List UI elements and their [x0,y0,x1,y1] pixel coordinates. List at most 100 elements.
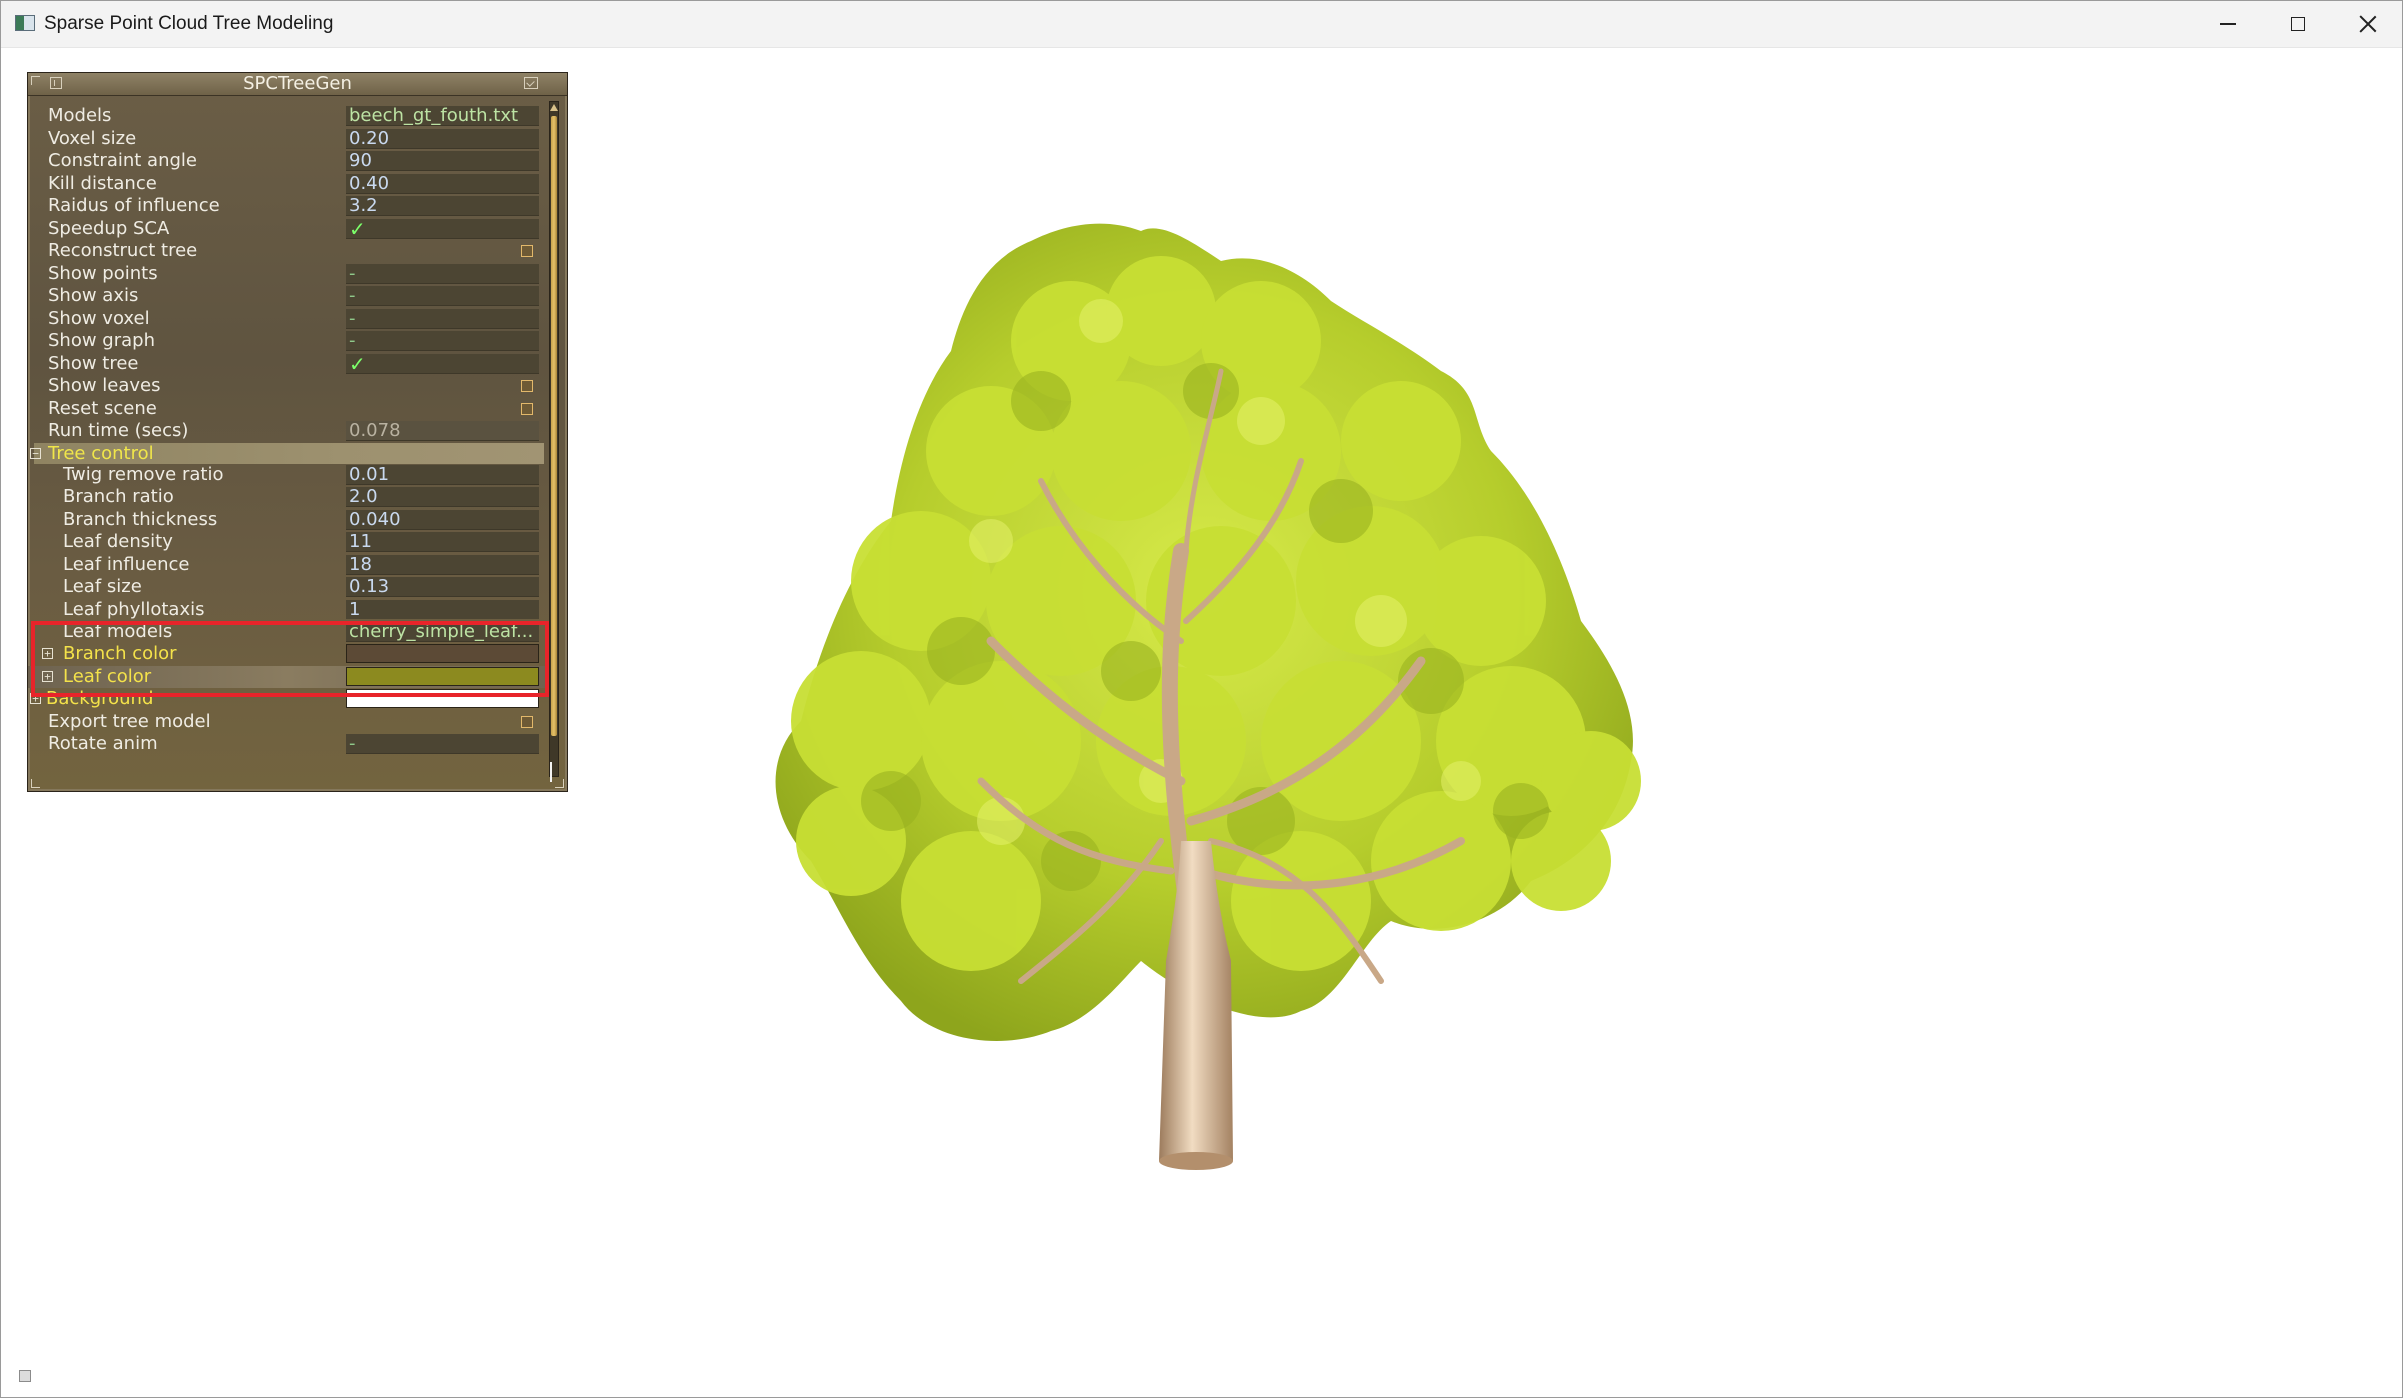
param-row-models[interactable]: Models beech_gt_fouth.txt [28,105,547,128]
param-row-leaf-models[interactable]: Leaf models cherry_simple_leaf... [28,621,547,644]
app-icon [15,15,35,31]
maximize-icon [2291,17,2305,31]
expand-icon[interactable]: + [42,670,53,682]
param-row-twig-remove-ratio[interactable]: Twig remove ratio 0.01 [28,464,547,487]
tree-render-viewport[interactable] [741,221,1681,1191]
rotate-anim-checkbox[interactable]: - [346,734,539,754]
scrollbar-thumb[interactable] [551,116,557,736]
show-points-checkbox[interactable]: - [346,263,539,284]
param-label: Reconstruct tree [48,240,198,261]
param-label: Branch color [63,643,177,664]
param-label: Leaf phyllotaxis [63,598,205,619]
param-row-reset-scene[interactable]: Reset scene [28,398,547,421]
show-graph-checkbox[interactable]: - [346,331,539,351]
param-row-show-voxel[interactable]: Show voxel - [28,308,547,331]
group-tree-control[interactable]: − Tree control [30,442,544,464]
radius-of-influence-field[interactable]: 3.2 [346,196,539,216]
param-row-branch-color[interactable]: + Branch color [28,643,547,666]
reset-scene-button[interactable] [521,402,533,415]
param-label: Constraint angle [48,150,197,171]
param-label: Rotate anim [48,733,158,754]
leaf-size-field[interactable]: 0.13 [346,577,539,597]
minimize-button[interactable] [2193,1,2263,47]
param-row-rotate-anim[interactable]: Rotate anim - [28,733,547,756]
branch-ratio-field[interactable]: 2.0 [346,487,539,507]
panel-resize-corner[interactable] [555,779,564,788]
reset-scene-field [346,399,539,419]
param-row-constraint-angle[interactable]: Constraint angle 90 [28,150,547,173]
window-titlebar[interactable]: Sparse Point Cloud Tree Modeling [1,1,2402,48]
maximize-button[interactable] [2263,1,2333,47]
leaf-phyllotaxis-field[interactable]: 1 [346,599,539,619]
param-label: Raidus of influence [48,195,220,216]
leaf-models-value[interactable]: cherry_simple_leaf... [346,621,539,642]
param-row-leaf-size[interactable]: Leaf size 0.13 [28,576,547,599]
param-row-leaf-color[interactable]: + Leaf color [28,665,547,688]
branch-color-swatch[interactable] [346,644,539,663]
panel-scrollbar[interactable] [549,101,559,782]
param-row-export-tree-model[interactable]: Export tree model [28,711,547,734]
param-label: Background [46,688,154,709]
voxel-size-field[interactable]: 0.20 [346,128,539,149]
param-row-show-axis[interactable]: Show axis - [28,285,547,308]
param-row-show-points[interactable]: Show points - [28,263,547,286]
show-voxel-checkbox[interactable]: - [346,308,539,329]
param-row-radius-of-influence[interactable]: Raidus of influence 3.2 [28,195,547,218]
param-label: Leaf influence [63,553,190,575]
param-label: Leaf density [63,531,173,552]
collapse-icon[interactable]: − [30,447,41,459]
group-label: Tree control [48,442,154,464]
param-label: Branch ratio [63,486,174,507]
twig-remove-ratio-field[interactable]: 0.01 [346,464,539,485]
param-label: Leaf models [63,620,173,642]
speedup-sca-checkbox[interactable]: ✓ [346,218,539,239]
spctreegen-panel: SPCTreeGen Models beech_gt_fouth.txt Vox… [27,72,568,792]
run-time-value: 0.078 [346,421,539,441]
background-color-swatch[interactable] [346,689,539,708]
reconstruct-tree-button[interactable] [521,245,533,257]
show-leaves-button[interactable] [521,380,533,392]
export-tree-model-button[interactable] [521,715,533,728]
param-row-leaf-density[interactable]: Leaf density 11 [28,531,547,554]
branch-thickness-field[interactable]: 0.040 [346,509,539,530]
leaf-color-swatch[interactable] [346,666,539,686]
param-row-reconstruct-tree[interactable]: Reconstruct tree [28,240,547,263]
param-row-branch-ratio[interactable]: Branch ratio 2.0 [28,486,547,509]
expand-icon[interactable]: + [42,648,53,659]
param-label: Kill distance [48,172,157,194]
panel-collapse-icon[interactable] [524,77,538,89]
kill-distance-field[interactable]: 0.40 [346,173,539,194]
leaf-density-field[interactable]: 11 [346,532,539,552]
leaf-influence-field[interactable]: 18 [346,554,539,575]
parameter-list: Models beech_gt_fouth.txt Voxel size 0.2… [28,105,547,756]
panel-corner [31,779,40,788]
param-label: Models [48,105,112,126]
param-label: Reset scene [48,397,157,419]
show-tree-checkbox[interactable]: ✓ [346,353,539,374]
param-row-show-graph[interactable]: Show graph - [28,330,547,353]
close-button[interactable] [2333,1,2403,47]
constraint-angle-field[interactable]: 90 [346,151,539,171]
param-row-speedup-sca[interactable]: Speedup SCA ✓ [28,218,547,241]
param-label: Leaf color [63,665,152,687]
panel-titlebar[interactable]: SPCTreeGen [28,73,567,96]
param-row-voxel-size[interactable]: Voxel size 0.20 [28,128,547,151]
param-label: Twig remove ratio [63,463,224,485]
param-row-leaf-phyllotaxis[interactable]: Leaf phyllotaxis 1 [28,599,547,619]
param-label: Show leaves [48,375,161,396]
scroll-up-icon[interactable] [550,104,558,111]
show-axis-checkbox[interactable]: - [346,286,539,306]
param-label: Voxel size [48,127,137,149]
expand-icon[interactable]: + [30,693,41,704]
param-row-branch-thickness[interactable]: Branch thickness 0.040 [28,509,547,532]
param-label: Show voxel [48,307,150,329]
models-value[interactable]: beech_gt_fouth.txt [346,106,539,126]
param-row-kill-distance[interactable]: Kill distance 0.40 [28,173,547,196]
param-row-background[interactable]: + Background [28,688,547,711]
export-tree-model-field [346,712,539,732]
param-label: Speedup SCA [48,217,170,239]
param-label: Branch thickness [63,508,218,530]
param-row-leaf-influence[interactable]: Leaf influence 18 [28,554,547,577]
param-row-show-leaves[interactable]: Show leaves [28,375,547,398]
param-row-show-tree[interactable]: Show tree ✓ [28,353,547,376]
